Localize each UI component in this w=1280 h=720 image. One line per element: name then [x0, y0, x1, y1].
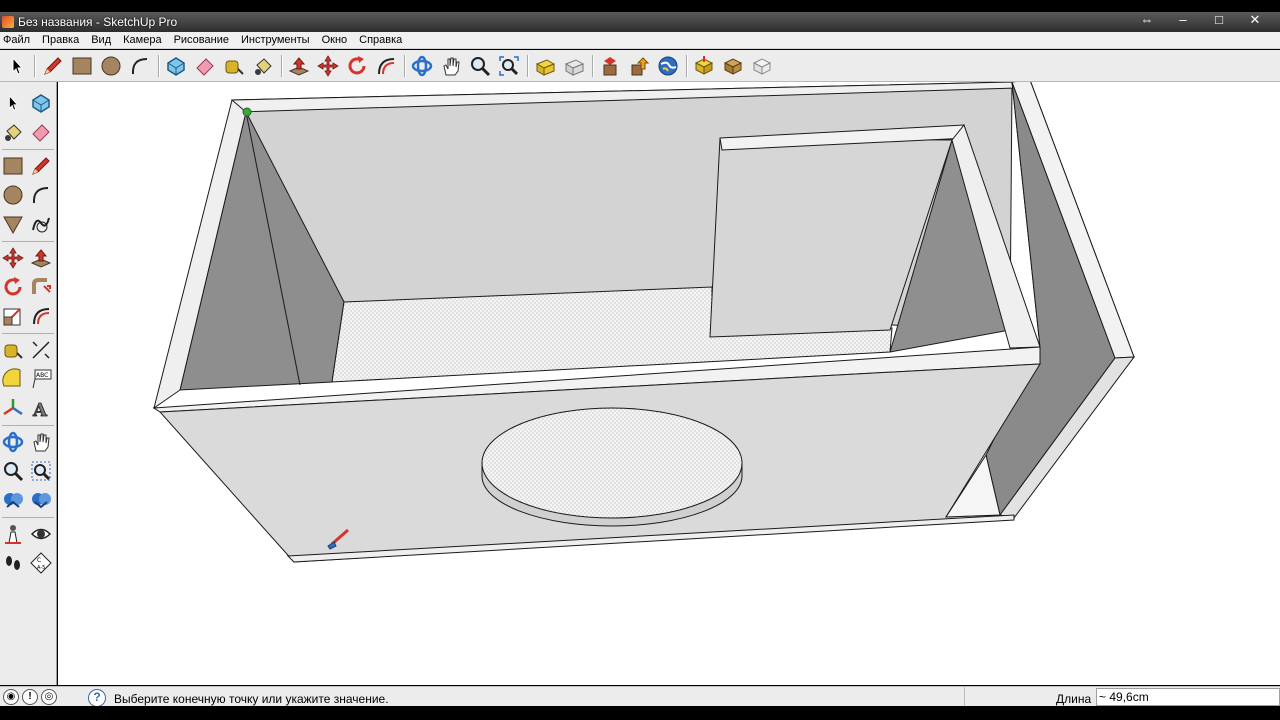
style-builder-icon[interactable] [749, 53, 775, 79]
menu-help[interactable]: Справка [353, 32, 408, 49]
section-plane-icon[interactable]: C A-5 [28, 550, 54, 576]
rotate-icon[interactable] [0, 274, 26, 300]
measurements-label: Длина [1056, 692, 1092, 706]
zoom-extents-icon[interactable] [496, 53, 522, 79]
menu-edit[interactable]: Правка [36, 32, 85, 49]
offset-icon[interactable] [28, 303, 54, 329]
make-component-icon[interactable] [28, 90, 54, 116]
push-pull-icon[interactable] [28, 245, 54, 271]
status-message: Выберите конечную точку или укажите знач… [114, 692, 389, 706]
model-scene[interactable] [58, 82, 1280, 685]
endpoint-marker [242, 107, 252, 117]
status-divider [964, 687, 965, 707]
extension-warehouse-icon[interactable] [691, 53, 717, 79]
orbit-icon[interactable] [409, 53, 435, 79]
rectangle-icon[interactable] [0, 153, 26, 179]
pan-icon[interactable] [28, 429, 54, 455]
zoom-extents-icon[interactable] [28, 487, 54, 513]
layout-icon[interactable] [720, 53, 746, 79]
rotate-icon[interactable] [344, 53, 370, 79]
move-icon[interactable] [0, 245, 26, 271]
make-component-icon[interactable] [163, 53, 189, 79]
circle-icon[interactable] [98, 53, 124, 79]
window-title: Без названия - SketchUp Pro [18, 15, 178, 29]
freehand-icon[interactable] [28, 211, 54, 237]
polygon-icon[interactable] [0, 211, 26, 237]
main-toolbar [0, 50, 1280, 82]
title-bar: Без названия - SketchUp Pro ⇔ – □ ✕ [0, 12, 1280, 32]
pencil-icon[interactable] [28, 153, 54, 179]
close-icon[interactable]: ✕ [1244, 13, 1266, 29]
zoom-window-icon[interactable] [28, 458, 54, 484]
eraser-icon[interactable] [192, 53, 218, 79]
measurements-input[interactable]: ~ 49,6cm [1096, 688, 1280, 706]
push-pull-icon[interactable] [286, 53, 312, 79]
menu-file[interactable]: Файл [0, 32, 36, 49]
menu-tools[interactable]: Инструменты [235, 32, 316, 49]
screen-bottom-border [0, 706, 1280, 720]
maximize-icon[interactable]: □ [1208, 13, 1230, 29]
move-icon[interactable] [315, 53, 341, 79]
scale-icon[interactable] [0, 303, 26, 329]
speaker-cutout-face [481, 407, 743, 519]
google-earth-icon[interactable] [655, 53, 681, 79]
text-icon[interactable]: ABC [28, 366, 54, 392]
get-components-icon[interactable] [597, 53, 623, 79]
previous-view-icon[interactable] [0, 487, 26, 513]
svg-text:A-5: A-5 [37, 565, 45, 571]
select-icon[interactable] [4, 53, 30, 79]
zoom-icon[interactable] [0, 458, 26, 484]
window-controls: ⇔ – □ ✕ [1136, 13, 1266, 29]
select-icon[interactable] [0, 90, 26, 116]
svg-text:ABC: ABC [36, 372, 48, 379]
sketchup-app-icon [2, 16, 14, 28]
arc-icon[interactable] [127, 53, 153, 79]
share-component-icon[interactable] [626, 53, 652, 79]
minimize-icon[interactable]: – [1172, 13, 1194, 29]
protractor-icon[interactable] [0, 366, 26, 392]
orbit-icon[interactable] [0, 429, 26, 455]
share-model-icon[interactable] [561, 53, 587, 79]
geo-location-icon[interactable]: ◉ [3, 688, 19, 705]
paint-bucket-icon[interactable] [0, 119, 26, 145]
3d-text-icon[interactable]: A [28, 395, 54, 421]
tape-measure-icon[interactable] [0, 337, 26, 363]
menu-camera[interactable]: Камера [117, 32, 167, 49]
offset-icon[interactable] [373, 53, 399, 79]
walk-icon[interactable] [0, 550, 26, 576]
dimensions-icon[interactable] [28, 337, 54, 363]
menu-window[interactable]: Окно [316, 32, 354, 49]
menu-bar: Файл Правка Вид Камера Рисование Инструм… [0, 32, 1280, 49]
axes-icon[interactable] [0, 395, 26, 421]
arc-icon[interactable] [28, 182, 54, 208]
svg-text:C: C [37, 557, 41, 564]
eraser-icon[interactable] [28, 119, 54, 145]
menu-draw[interactable]: Рисование [168, 32, 235, 49]
zoom-icon[interactable] [467, 53, 493, 79]
restore-alt-icon[interactable]: ⇔ [1136, 13, 1158, 29]
pencil-icon[interactable] [40, 53, 66, 79]
get-models-icon[interactable] [532, 53, 558, 79]
rectangle-icon[interactable] [69, 53, 95, 79]
credits-icon[interactable]: ! [22, 688, 38, 705]
large-tool-set: ABC A C A-5 [0, 82, 57, 685]
paint-bucket-icon[interactable] [250, 53, 276, 79]
circle-icon[interactable] [0, 182, 26, 208]
user-icon[interactable]: ◎ [41, 688, 57, 705]
help-icon[interactable]: ? [88, 689, 106, 707]
look-around-icon[interactable] [28, 521, 54, 547]
modeling-viewport[interactable] [58, 82, 1280, 685]
menu-view[interactable]: Вид [85, 32, 117, 49]
position-camera-icon[interactable] [0, 521, 26, 547]
svg-text:A: A [32, 400, 48, 419]
status-bar: ◉ ! ◎ ? Выберите конечную точку или укаж… [0, 686, 1280, 707]
tape-measure-icon[interactable] [221, 53, 247, 79]
follow-me-icon[interactable] [28, 274, 54, 300]
pan-icon[interactable] [438, 53, 464, 79]
